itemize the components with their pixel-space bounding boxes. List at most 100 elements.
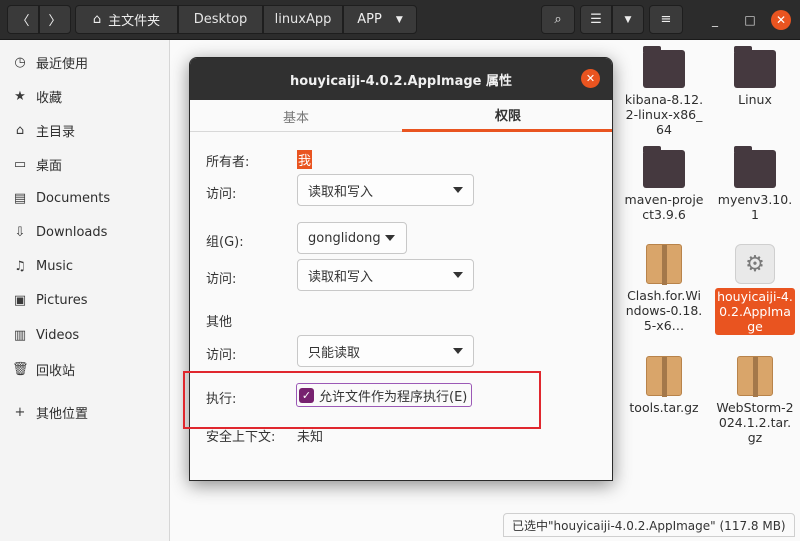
file-item[interactable]: WebStorm-2024.1.2.tar.gz (715, 356, 795, 445)
search-button[interactable]: ⌕ (541, 5, 575, 34)
tab-label: 基本 (282, 110, 309, 126)
sidebar-item-music[interactable]: ♫ Music (0, 251, 170, 281)
status-bar: 已选中"houyicaiji-4.0.2.AppImage" (117.8 MB… (503, 513, 795, 537)
music-icon: ♫ (14, 258, 26, 274)
breadcrumb-label: 主文件夹 (108, 14, 161, 29)
sidebar-item-downloads[interactable]: ⇩ Downloads (0, 217, 170, 247)
chevron-left-icon: 〈 (16, 14, 30, 29)
owner-label: 所有者: (206, 155, 250, 170)
dialog-tabs: 基本 权限 (190, 100, 612, 132)
sidebar-item-documents[interactable]: ▤ Documents (0, 183, 170, 213)
folder-icon (734, 146, 776, 188)
view-toggle-button[interactable]: ☰ (580, 5, 612, 34)
folder-icon (643, 146, 685, 188)
tab-basic[interactable]: 基本 (190, 100, 402, 132)
caret-down-icon (453, 187, 463, 193)
download-icon: ⇩ (14, 224, 26, 240)
file-item[interactable]: Linux (715, 46, 795, 107)
package-icon (737, 356, 773, 397)
others-access-select[interactable]: 只能读取 (297, 335, 474, 367)
dialog-close-button[interactable]: ✕ (581, 69, 600, 88)
package-icon (646, 244, 682, 285)
forward-button[interactable]: 〉 (39, 5, 71, 34)
status-text: 已选中"houyicaiji-4.0.2.AppImage" (117.8 MB… (512, 518, 786, 533)
file-name: kibana-8.12.2-linux-x86_64 (624, 92, 704, 137)
sidebar-item-label: 主目录 (36, 124, 76, 140)
owner-access-select[interactable]: 读取和写入 (297, 174, 474, 206)
search-icon: ⌕ (554, 12, 562, 27)
select-value: 读取和写入 (308, 269, 374, 285)
file-name: tools.tar.gz (629, 400, 699, 415)
tab-label: 权限 (494, 109, 521, 124)
picture-icon: ▣ (13, 292, 27, 308)
breadcrumb-linuxapp[interactable]: linuxApp (263, 5, 343, 34)
sidebar-item-trash[interactable]: 🗑 回收站 (0, 354, 170, 384)
others-label: 其他 (206, 315, 233, 330)
menu-button[interactable]: ≡ (649, 5, 683, 34)
group-access-select[interactable]: 读取和写入 (297, 259, 474, 291)
highlight-annotation (183, 371, 541, 429)
file-name: WebStorm-2024.1.2.tar.gz (716, 400, 794, 445)
home-icon: ⌂ (15, 122, 25, 138)
plus-icon: + (14, 404, 26, 420)
sidebar-item-label: Videos (36, 327, 80, 343)
maximize-icon: □ (744, 13, 756, 27)
dialog-title: houyicaiji-4.0.2.AppImage 属性 (289, 73, 513, 89)
breadcrumb-app[interactable]: APP ▼ (343, 5, 417, 34)
file-name: houyicaiji-4.0.2.AppImage (715, 288, 795, 335)
maximize-button[interactable]: □ (740, 10, 760, 30)
file-item-selected[interactable]: ⚙ houyicaiji-4.0.2.AppImage (715, 244, 795, 335)
sidebar-item-label: 桌面 (36, 158, 63, 174)
close-button[interactable]: ✕ (771, 10, 791, 30)
sidebar-item-label: Downloads (36, 224, 108, 240)
chevron-right-icon: 〉 (48, 14, 62, 29)
sidebar-item-starred[interactable]: ★ 收藏 (0, 81, 170, 111)
file-name: maven-project3.9.6 (624, 192, 704, 222)
close-icon: ✕ (775, 13, 787, 27)
sidebar-item-label: Pictures (36, 292, 88, 308)
caret-down-icon: ▼ (624, 14, 632, 25)
breadcrumb-label: APP (357, 12, 382, 27)
sidebar-item-pictures[interactable]: ▣ Pictures (0, 285, 170, 315)
header-bar: 〈 〉 ⌂ 主文件夹 Desktop linuxApp APP ▼ ⌕ ☰ ▼ … (0, 0, 800, 40)
sidebar-item-label: Music (36, 258, 73, 274)
minimize-icon: _ (712, 13, 718, 27)
video-icon: ▥ (13, 327, 27, 343)
clock-icon: ◷ (14, 54, 26, 70)
breadcrumb-home[interactable]: ⌂ 主文件夹 (75, 5, 178, 34)
hamburger-icon: ≡ (660, 12, 672, 27)
file-item[interactable]: kibana-8.12.2-linux-x86_64 (624, 46, 704, 137)
star-icon: ★ (14, 88, 26, 104)
desktop-icon: ▭ (13, 156, 27, 172)
file-name: Clash.for.Windows-0.18.5-x6… (625, 288, 703, 333)
group-access-label: 访问: (206, 272, 237, 287)
sidebar: ◷ 最近使用 ★ 收藏 ⌂ 主目录 ▭ 桌面 ▤ Documents ⇩ Downloads… (0, 40, 170, 541)
dialog-titlebar: houyicaiji-4.0.2.AppImage 属性 ✕ (190, 58, 612, 100)
document-icon: ▤ (13, 190, 27, 206)
tab-permissions[interactable]: 权限 (402, 100, 612, 132)
back-button[interactable]: 〈 (7, 5, 39, 34)
file-item[interactable]: Clash.for.Windows-0.18.5-x6… (624, 244, 704, 333)
sidebar-item-home[interactable]: ⌂ 主目录 (0, 115, 170, 145)
home-icon: ⌂ (92, 12, 102, 27)
package-icon (646, 356, 682, 397)
sidebar-item-videos[interactable]: ▥ Videos (0, 320, 170, 350)
breadcrumb-desktop[interactable]: Desktop (178, 5, 263, 34)
breadcrumb-label: Desktop (193, 12, 248, 27)
sidebar-item-recent[interactable]: ◷ 最近使用 (0, 47, 170, 77)
others-access-label: 访问: (206, 348, 237, 363)
file-item[interactable]: tools.tar.gz (624, 356, 704, 415)
sidebar-item-other-locations[interactable]: + 其他位置 (0, 397, 170, 427)
folder-icon (643, 46, 685, 88)
file-item[interactable]: myenv3.10.1 (715, 146, 795, 222)
caret-down-icon (385, 235, 395, 241)
minimize-button[interactable]: _ (705, 10, 725, 30)
group-label: 组(G): (206, 235, 244, 250)
sidebar-item-desktop[interactable]: ▭ 桌面 (0, 149, 170, 179)
view-options-button[interactable]: ▼ (612, 5, 644, 34)
folder-icon (734, 46, 776, 88)
sidebar-item-label: 收藏 (36, 90, 63, 106)
caret-down-icon (453, 272, 463, 278)
group-select[interactable]: gonglidong (297, 222, 407, 254)
file-item[interactable]: maven-project3.9.6 (624, 146, 704, 222)
